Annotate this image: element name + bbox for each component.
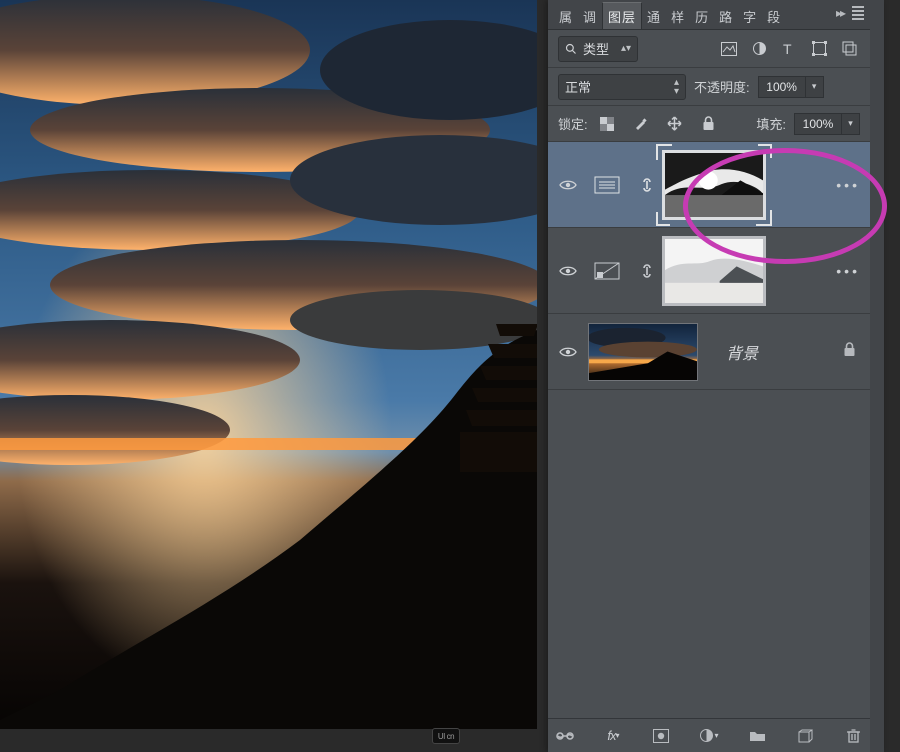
blend-mode-select[interactable]: 正常 ▴▾ (558, 74, 686, 100)
smart-filter-icon (582, 176, 632, 194)
tab-layers[interactable]: 图层 (602, 2, 642, 29)
trash-icon[interactable] (842, 725, 864, 747)
lock-all-icon[interactable] (698, 113, 720, 135)
type-filter-icon[interactable]: T (778, 38, 800, 60)
new-layer-icon[interactable] (794, 725, 816, 747)
fill-label: 填充: (756, 114, 786, 133)
layer-filter-label: 类型 (583, 39, 609, 58)
tab-channels[interactable]: 通 (642, 3, 666, 29)
pixel-filter-icon[interactable] (718, 38, 740, 60)
tab-character[interactable]: 字 (738, 3, 762, 29)
add-mask-icon[interactable] (650, 725, 672, 747)
stepper-arrows-icon: ▴▾ (621, 44, 631, 53)
layer-filter-row: 类型 ▴▾ T (548, 30, 870, 68)
expand-panel-icon[interactable]: ▸▸ (836, 6, 844, 20)
link-layers-icon[interactable] (554, 725, 576, 747)
tab-history[interactable]: 历 (690, 3, 714, 29)
layer-row-background[interactable]: 背景 (548, 314, 870, 390)
tab-paragraph[interactable]: 段 (762, 3, 786, 29)
tab-properties[interactable]: 属 (554, 3, 578, 29)
visibility-toggle[interactable] (554, 265, 582, 277)
vertical-scrollbar[interactable] (870, 0, 884, 752)
opacity-input[interactable] (758, 76, 806, 98)
svg-text:T: T (783, 42, 792, 56)
canvas-area[interactable]: UI cn (0, 0, 537, 752)
lock-position-icon[interactable] (664, 113, 686, 135)
lock-transparency-icon[interactable] (596, 113, 618, 135)
panel-tabs: 属 调 图层 通 样 历 路 字 段 ▸▸ (548, 0, 870, 30)
layer-thumb[interactable] (588, 323, 698, 381)
opacity-dropdown[interactable]: ▾ (806, 76, 824, 98)
blend-row: 正常 ▴▾ 不透明度: ▾ (548, 68, 870, 106)
tab-paths[interactable]: 路 (714, 3, 738, 29)
layer-name[interactable]: 背景 (698, 340, 843, 364)
lock-row: 锁定: 填充: ▾ (548, 106, 870, 142)
link-icon[interactable] (632, 262, 662, 280)
layer-more-icon[interactable]: ••• (836, 177, 860, 193)
lock-label: 锁定: (558, 114, 588, 133)
layer-mask-thumb[interactable] (662, 150, 766, 220)
panel-menu-icon[interactable] (852, 6, 864, 20)
layer-row-2[interactable]: ••• (548, 228, 870, 314)
layer-list: ••• ••• (548, 142, 870, 718)
shape-filter-icon[interactable] (808, 38, 830, 60)
fx-icon[interactable]: fx▾ (602, 725, 624, 747)
search-icon (565, 43, 577, 55)
link-icon[interactable] (632, 176, 662, 194)
canvas-image (0, 0, 537, 729)
layer-more-icon[interactable]: ••• (836, 263, 860, 279)
smart-filter-icon (582, 262, 632, 280)
adjust-filter-icon[interactable] (748, 38, 770, 60)
layers-panel: 属 调 图层 通 样 历 路 字 段 ▸▸ 类型 ▴▾ (548, 0, 884, 752)
tab-adjust[interactable]: 调 (578, 3, 602, 29)
tab-styles[interactable]: 样 (666, 3, 690, 29)
fill-dropdown[interactable]: ▾ (842, 113, 860, 135)
stepper-arrows-icon: ▴▾ (674, 78, 679, 96)
lock-icon (843, 342, 856, 362)
layer-filter-select[interactable]: 类型 ▴▾ (558, 36, 638, 62)
layer-bottom-bar: fx▾ ▾ (548, 718, 870, 752)
visibility-toggle[interactable] (554, 179, 582, 191)
layer-mask-thumb[interactable] (662, 236, 766, 306)
blend-mode-value: 正常 (565, 77, 591, 96)
fill-input[interactable] (794, 113, 842, 135)
lock-paint-icon[interactable] (630, 113, 652, 135)
adjustment-icon[interactable]: ▾ (698, 725, 720, 747)
group-icon[interactable] (746, 725, 768, 747)
smartobj-filter-icon[interactable] (838, 38, 860, 60)
visibility-toggle[interactable] (554, 346, 582, 358)
opacity-label: 不透明度: (694, 77, 750, 96)
watermark-badge: UI cn (432, 728, 460, 744)
layer-row-1[interactable]: ••• (548, 142, 870, 228)
